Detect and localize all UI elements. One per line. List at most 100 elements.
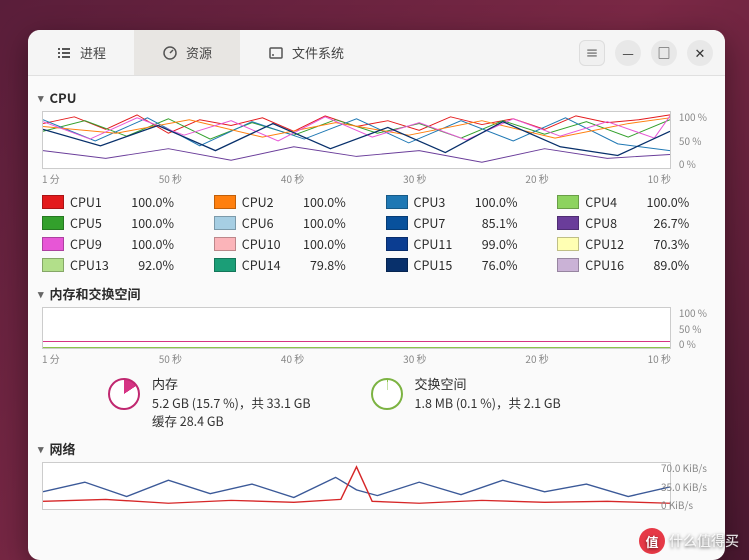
cpu-color-swatch <box>214 195 236 209</box>
cpu-name: CPU4 <box>585 192 633 211</box>
cpu-name: CPU15 <box>414 255 462 274</box>
cpu-legend-grid: CPU1100.0%CPU2100.0%CPU3100.0%CPU4100.0%… <box>42 192 711 274</box>
x-tick: 50 秒 <box>159 171 182 186</box>
cpu-name: CPU14 <box>242 255 290 274</box>
cpu-legend-item: CPU13 92.0% <box>42 255 196 274</box>
y-tick: 0 KiB/s <box>661 497 707 512</box>
cpu-percent: 100.0% <box>296 213 346 232</box>
y-tick: 70.0 KiB/s <box>661 460 707 475</box>
menu-button[interactable]: ≡ <box>579 40 605 66</box>
tab-filesystems[interactable]: 文件系统 <box>240 30 372 75</box>
cpu-color-swatch <box>557 195 579 209</box>
memory-item: 内存 5.2 GB (15.7 %)，共 33.1 GB 缓存 28.4 GB <box>108 374 311 431</box>
chevron-down-icon: ▾ <box>38 441 44 457</box>
cpu-name: CPU9 <box>70 234 118 253</box>
cpu-color-swatch <box>42 237 64 251</box>
y-tick: 50 % <box>679 321 707 336</box>
cpu-percent: 100.0% <box>639 192 689 211</box>
cpu-name: CPU16 <box>585 255 633 274</box>
cpu-percent: 100.0% <box>124 192 174 211</box>
cpu-name: CPU8 <box>585 213 633 232</box>
y-tick: 0 % <box>679 336 707 351</box>
cpu-legend-item: CPU12 70.3% <box>557 234 711 253</box>
cpu-percent: 85.1% <box>468 213 518 232</box>
x-tick: 40 秒 <box>281 171 304 186</box>
x-tick: 30 秒 <box>403 351 426 366</box>
tab-label: 进程 <box>80 43 106 62</box>
tab-resources[interactable]: 资源 <box>134 30 240 75</box>
x-tick: 20 秒 <box>525 351 548 366</box>
swap-item: 交换空间 1.8 MB (0.1 %)，共 2.1 GB <box>371 374 561 431</box>
cpu-legend-item: CPU16 89.0% <box>557 255 711 274</box>
cpu-percent: 89.0% <box>639 255 689 274</box>
close-button[interactable]: ✕ <box>687 40 713 66</box>
cpu-percent: 100.0% <box>124 234 174 253</box>
watermark-logo-icon: 值 <box>639 528 665 554</box>
x-tick: 50 秒 <box>159 351 182 366</box>
window-controls: ≡ — □ ✕ <box>567 30 725 75</box>
cpu-legend-item: CPU1 100.0% <box>42 192 196 211</box>
cpu-name: CPU13 <box>70 255 118 274</box>
cpu-color-swatch <box>42 258 64 272</box>
network-chart: 70.0 KiB/s 35.0 KiB/s 0 KiB/s <box>38 462 671 510</box>
cpu-color-swatch <box>386 216 408 230</box>
x-tick: 1 分 <box>42 351 60 366</box>
watermark-text: 什么值得买 <box>669 531 739 551</box>
cpu-chart: 100 % 50 % 0 % <box>38 111 671 169</box>
x-tick: 1 分 <box>42 171 60 186</box>
cpu-legend-item: CPU4 100.0% <box>557 192 711 211</box>
tab-processes[interactable]: 进程 <box>28 30 134 75</box>
list-icon <box>56 45 72 61</box>
minimize-button[interactable]: — <box>615 40 641 66</box>
cpu-legend-item: CPU2100.0% <box>214 192 368 211</box>
memory-used: 5.2 GB (15.7 %)，共 33.1 GB <box>152 394 311 413</box>
cpu-name: CPU10 <box>242 234 290 253</box>
cpu-name: CPU12 <box>585 234 633 253</box>
section-header-cpu[interactable]: ▾ CPU <box>38 88 715 107</box>
y-tick: 0 % <box>679 156 707 171</box>
maximize-button[interactable]: □ <box>651 40 677 66</box>
memory-chart: 100 % 50 % 0 % <box>38 307 671 349</box>
cpu-xaxis: 1 分50 秒40 秒30 秒20 秒10 秒 <box>42 171 671 186</box>
tab-label: 文件系统 <box>292 43 344 62</box>
cpu-name: CPU1 <box>70 192 118 211</box>
memory-summary-row: 内存 5.2 GB (15.7 %)，共 33.1 GB 缓存 28.4 GB … <box>108 374 715 431</box>
cpu-legend-item: CPU11 99.0% <box>386 234 540 253</box>
cpu-color-swatch <box>557 237 579 251</box>
cpu-legend-item: CPU10100.0% <box>214 234 368 253</box>
cpu-legend-item: CPU1576.0% <box>386 255 540 274</box>
chevron-down-icon: ▾ <box>38 90 44 106</box>
cpu-legend-item: CPU826.7% <box>557 213 711 232</box>
cpu-name: CPU11 <box>414 234 462 253</box>
cpu-name: CPU3 <box>414 192 462 211</box>
memory-title: 内存 <box>152 374 311 394</box>
cpu-name: CPU5 <box>70 213 118 232</box>
swap-title: 交换空间 <box>415 374 561 394</box>
cpu-percent: 100.0% <box>468 192 518 211</box>
section-header-network[interactable]: ▾ 网络 <box>38 439 715 458</box>
cpu-percent: 70.3% <box>639 234 689 253</box>
y-tick: 100 % <box>679 109 707 124</box>
system-monitor-window: 进程 资源 文件系统 ≡ — □ ✕ ▾ CPU <box>28 30 725 560</box>
cpu-color-swatch <box>557 216 579 230</box>
cpu-legend-item: CPU14 79.8% <box>214 255 368 274</box>
cpu-percent: 92.0% <box>124 255 174 274</box>
mem-xaxis: 1 分 50 秒 40 秒 30 秒 20 秒 10 秒 <box>42 351 671 366</box>
cpu-color-swatch <box>386 195 408 209</box>
cpu-legend-item: CPU6100.0% <box>214 213 368 232</box>
x-tick: 10 秒 <box>648 171 671 186</box>
cpu-name: CPU2 <box>242 192 290 211</box>
x-tick: 10 秒 <box>648 351 671 366</box>
section-header-memory[interactable]: ▾ 内存和交换空间 <box>38 284 715 303</box>
cpu-percent: 79.8% <box>296 255 346 274</box>
x-tick: 20 秒 <box>525 171 548 186</box>
memory-cache: 缓存 28.4 GB <box>152 412 311 431</box>
network-sparklines <box>43 463 670 509</box>
content-area: ▾ CPU 100 % 50 % 0 % 1 分 50 秒 <box>28 76 725 560</box>
swap-used: 1.8 MB (0.1 %)，共 2.1 GB <box>415 394 561 413</box>
cpu-percent: 99.0% <box>468 234 518 253</box>
memory-pie-icon <box>108 378 140 410</box>
cpu-legend-item: CPU9 100.0% <box>42 234 196 253</box>
x-tick: 40 秒 <box>281 351 304 366</box>
cpu-color-swatch <box>214 258 236 272</box>
